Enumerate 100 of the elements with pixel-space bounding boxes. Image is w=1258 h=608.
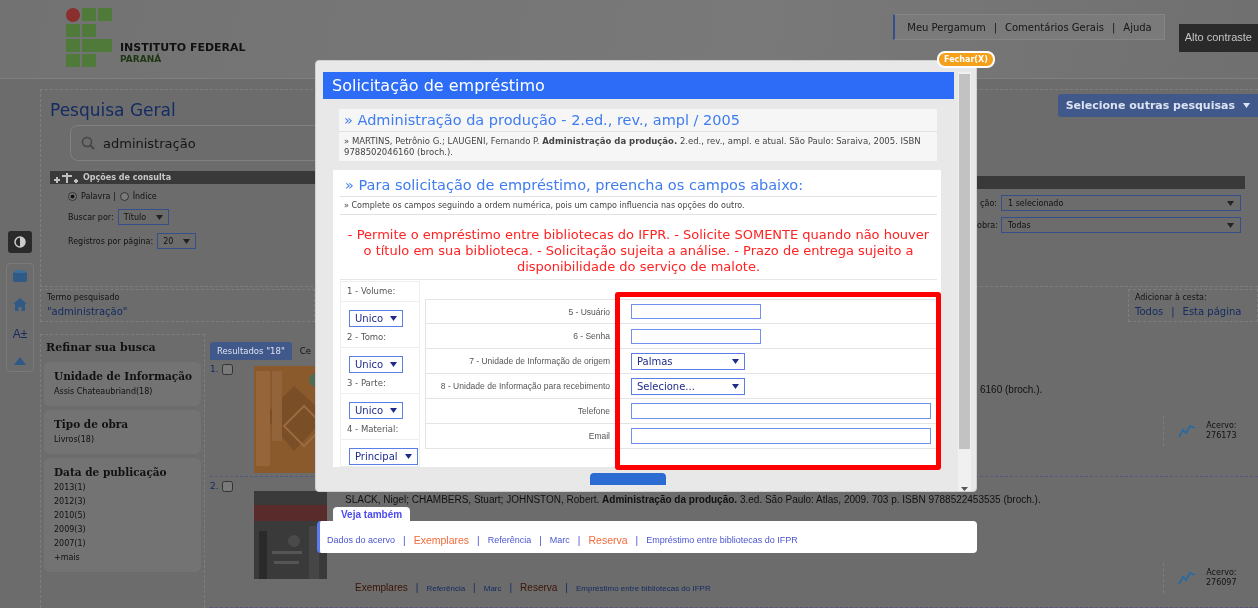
results-tab[interactable]: Resultados "18" <box>210 342 292 360</box>
see-also-link[interactable]: Empréstimo entre bibliotecas do IFPR <box>646 535 798 545</box>
instructions-text: » Complete os campos seguindo a ordem numérica, pois um campo influencia nas opções do outro. <box>340 197 937 215</box>
results-tab[interactable]: Ce <box>297 342 313 360</box>
header-link[interactable]: Meu Pergamum <box>907 21 986 33</box>
select-field[interactable]: Palmas <box>631 352 745 370</box>
input-field[interactable] <box>631 428 931 444</box>
see-also-link[interactable]: Exemplares <box>413 534 470 546</box>
see-also-tab[interactable]: Veja também <box>333 507 411 521</box>
select-field[interactable]: Unico <box>349 402 404 419</box>
see-also-link[interactable]: Reserva <box>588 534 628 546</box>
plus-icon <box>53 172 79 183</box>
caret-icon <box>1227 222 1234 228</box>
checkbox[interactable] <box>221 481 233 492</box>
separator: | <box>635 534 639 546</box>
field-label: 2 - Tomo: <box>341 328 419 348</box>
separator: | <box>565 582 568 593</box>
field-label: Email <box>587 431 610 441</box>
result-link[interactable]: Reserva <box>520 582 558 593</box>
field-label: Buscar por: <box>68 212 114 222</box>
caret-icon <box>390 408 398 413</box>
separator: | <box>1111 21 1116 33</box>
filter-item[interactable]: 2010(5) <box>54 511 86 520</box>
refine-title: Refinar sua busca <box>45 340 157 356</box>
citation-text: » MARTINS, Petrônio G.; LAUGENI, Fernando P. Administração da produção. 2.ed., rev., ampl. e atual. São Paulo: Saraiva, 2005. ISBN 9788502046160 (broch.). <box>343 135 922 159</box>
filter-title: Data de publicação <box>54 466 167 478</box>
citation-text: SLACK, Nigel; CHAMBERS, Stuart; JOHNSTON, Robert. Administração da produção. 3.ed. São Paulo: Atlas, 2009. 703 p. ISBN 9788522453535 (broch.). <box>345 494 1041 505</box>
caret-icon <box>390 316 398 321</box>
separator: | <box>539 534 542 546</box>
filter-item[interactable]: 2012(3) <box>54 497 86 506</box>
field-label: 3 - Parte: <box>341 374 419 394</box>
select-field[interactable]: 1 selecionado <box>1001 195 1241 211</box>
logo-subtitle: PARANÁ <box>120 54 163 64</box>
separator: | <box>403 534 406 546</box>
acervo-number: 276173 <box>1206 431 1237 441</box>
result-link[interactable]: Marc <box>483 584 502 593</box>
warning-text: - Permite o empréstimo entre bibliotecas do IFPR. - Solicite SOMENTE quando não houver o título em sua biblioteca. - Solicitação sujeita a análise. - Prazo de entrega sujeito a disponibilidade do serviço de malote. <box>346 227 931 275</box>
contrast-button[interactable]: Alto contraste <box>1178 24 1258 52</box>
options-title: Opções de consulta <box>83 173 172 182</box>
field-label: obra: <box>977 220 997 230</box>
separator: | <box>477 534 480 546</box>
dialog-title: Solicitação de empréstimo <box>323 72 954 99</box>
select-field[interactable]: Unico <box>349 310 404 327</box>
radio-button[interactable] <box>119 192 129 201</box>
filter-item[interactable]: 2007(1) <box>54 539 86 548</box>
filter-item[interactable]: +mais <box>54 553 80 562</box>
field-label: Registros por página: <box>68 236 154 246</box>
separator: | <box>577 534 581 546</box>
close-button[interactable]: Fechar(X) <box>937 51 995 68</box>
header-link[interactable]: Ajuda <box>1123 21 1152 33</box>
filter-item[interactable]: Assis Chateaubriand(18) <box>54 387 153 396</box>
result-number: 1. <box>210 364 219 374</box>
input-field[interactable] <box>631 304 761 319</box>
result-link[interactable]: Referência <box>426 584 466 593</box>
acervo-label: Acervo: <box>1206 568 1237 578</box>
see-also-link[interactable]: Dados do acervo <box>327 535 396 545</box>
radio-label: Palavra | <box>81 192 116 201</box>
form-title: » Para solicitação de empréstimo, preencha os campos abaixo: <box>340 174 937 197</box>
field-label: 8 - Unidade de Informação para recebimento <box>439 381 610 391</box>
contrast-toggle[interactable] <box>8 231 32 253</box>
logo-title: INSTITUTO FEDERAL <box>120 41 246 54</box>
radio-label: Índice <box>132 192 157 201</box>
filter-item[interactable]: 2013(1) <box>54 483 86 492</box>
caret-icon <box>732 358 739 364</box>
input-field[interactable] <box>631 403 931 419</box>
basket-link[interactable]: Todos <box>1135 306 1164 317</box>
scrollbar-thumb[interactable] <box>959 74 970 449</box>
book-title: » Administração da produção - 2.ed., rev., ampl / 2005 <box>339 109 937 132</box>
select-field[interactable]: Principal <box>349 448 418 465</box>
select-field[interactable]: Todas <box>1001 217 1241 233</box>
input-field[interactable] <box>631 328 761 344</box>
select-field[interactable]: 20 <box>157 233 197 249</box>
result-link[interactable]: Exemplares <box>355 582 408 593</box>
field-label: 6 - Senha <box>572 331 610 341</box>
separator: | <box>509 582 513 593</box>
basket-link[interactable]: Esta página <box>1182 306 1242 317</box>
filter-item[interactable]: 2009(3) <box>54 525 86 534</box>
filter-title: Unidade de Informação <box>54 370 192 382</box>
separator: | <box>993 21 997 33</box>
checkbox[interactable] <box>221 364 233 375</box>
see-also-link[interactable]: Marc <box>549 535 570 545</box>
filter-title: Tipo de obra <box>54 418 129 430</box>
select-field[interactable]: Unico <box>349 356 404 373</box>
field-label: 5 - Usuário <box>567 306 610 317</box>
filter-item[interactable]: Livros(18) <box>54 435 94 444</box>
select-field[interactable]: Selecione... <box>631 377 745 395</box>
caret-icon <box>156 214 164 220</box>
radio-button[interactable] <box>68 192 77 201</box>
see-also-link[interactable]: Referência <box>487 535 532 545</box>
basket-label: Adicionar à cesta: <box>1135 293 1207 302</box>
other-searches-button[interactable]: Selecione outras pesquisas <box>1057 94 1258 117</box>
select-field[interactable]: Título <box>117 209 170 225</box>
result-link[interactable]: Empréstimo entre bibliotecas do IFPR <box>575 584 711 593</box>
scroll-down-icon <box>961 487 968 491</box>
font-size-button[interactable]: A± <box>12 327 28 341</box>
field-label: ção: <box>979 198 997 208</box>
header-link[interactable]: Comentários Gerais <box>1005 21 1104 33</box>
field-label: 7 - Unidade de Informação de origem <box>468 356 610 366</box>
page-title: Pesquisa Geral <box>50 100 176 120</box>
search-term: "administração" <box>47 306 128 317</box>
